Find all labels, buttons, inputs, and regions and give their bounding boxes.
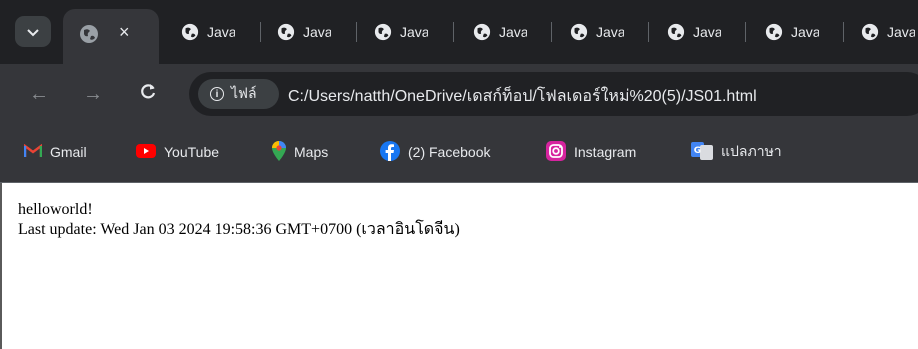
globe-icon	[861, 23, 879, 41]
tab-strip: × Java Java Java Java Java Java Java Jav…	[0, 0, 918, 64]
translate-icon: G	[691, 141, 713, 163]
tab[interactable]: Java	[277, 16, 331, 48]
bookmark-facebook[interactable]: (2) Facebook	[380, 140, 491, 164]
toolbar: ← → i ไฟล์ C:/Users/natth/OneDrive/เดสก์…	[0, 64, 918, 124]
info-icon: i	[210, 87, 224, 101]
tab-divider	[745, 22, 746, 42]
tab-divider	[453, 22, 454, 42]
tab[interactable]: Java	[861, 16, 915, 48]
globe-icon	[181, 23, 199, 41]
tab[interactable]: Java	[667, 16, 721, 48]
globe-icon	[79, 24, 99, 44]
arrow-left-icon: ←	[29, 82, 49, 105]
close-icon[interactable]: ×	[119, 20, 130, 44]
tab[interactable]: Java	[473, 16, 527, 48]
tab-label: Java	[693, 24, 721, 40]
bookmark-label: Maps	[294, 144, 329, 160]
tab-search-button[interactable]	[15, 16, 51, 47]
reload-icon	[139, 82, 157, 106]
tab-label: Java	[207, 24, 235, 40]
bookmark-label: (2) Facebook	[408, 144, 491, 160]
site-info-chip[interactable]: i ไฟล์	[198, 79, 279, 109]
tab-label: Java	[596, 24, 624, 40]
tab[interactable]: Java	[181, 16, 235, 48]
arrow-right-icon: →	[83, 82, 103, 105]
site-info-label: ไฟล์	[231, 85, 257, 101]
forward-button[interactable]: →	[78, 79, 108, 109]
tab-divider	[843, 22, 844, 42]
gmail-icon	[23, 143, 43, 161]
tab-divider	[356, 22, 357, 42]
back-button[interactable]: ←	[24, 79, 54, 109]
tab-label: Java	[400, 24, 428, 40]
youtube-icon	[136, 143, 156, 161]
globe-icon	[277, 23, 295, 41]
tab-divider	[648, 22, 649, 42]
hello-text: helloworld!	[18, 201, 93, 218]
globe-icon	[374, 23, 392, 41]
tab-label: Java	[791, 24, 819, 40]
address-bar[interactable]: i ไฟล์ C:/Users/natth/OneDrive/เดสก์ท็อป…	[189, 72, 918, 116]
facebook-icon	[380, 140, 400, 164]
bookmark-label: YouTube	[164, 144, 220, 160]
bookmark-instagram[interactable]: Instagram	[546, 140, 637, 164]
tab[interactable]: Java	[374, 16, 428, 48]
tab[interactable]: Java	[570, 16, 624, 48]
instagram-icon	[546, 140, 566, 164]
chevron-down-icon	[27, 24, 39, 40]
bookmark-label: แปลภาษา	[721, 143, 782, 159]
svg-text:G: G	[694, 146, 701, 156]
tab-label: Java	[303, 24, 331, 40]
bookmark-label: Gmail	[50, 144, 87, 160]
reload-button[interactable]	[133, 79, 163, 109]
url-text[interactable]: C:/Users/natth/OneDrive/เดสก์ท็อป/โฟลเดอ…	[288, 84, 757, 109]
bookmark-translate[interactable]: G แปลภาษา	[691, 141, 782, 163]
globe-icon	[473, 23, 491, 41]
tab-label: Java	[887, 24, 915, 40]
tab-divider	[551, 22, 552, 42]
tab[interactable]: Java	[765, 16, 819, 48]
bookmark-label: Instagram	[574, 144, 637, 160]
globe-icon	[570, 23, 588, 41]
bookmarks-bar: Gmail YouTube Maps (2) Facebook Instagra…	[0, 124, 918, 183]
page-content: helloworld! Last update: Wed Jan 03 2024…	[0, 183, 918, 349]
tab-label: Java	[499, 24, 527, 40]
active-tab[interactable]: ×	[63, 9, 159, 64]
last-update-text: Last update: Wed Jan 03 2024 19:58:36 GM…	[18, 221, 460, 238]
globe-icon	[667, 23, 685, 41]
bookmark-gmail[interactable]: Gmail	[23, 141, 87, 163]
bookmark-youtube[interactable]: YouTube	[136, 141, 219, 163]
bookmark-maps[interactable]: Maps	[272, 140, 329, 164]
globe-icon	[765, 23, 783, 41]
tab-divider	[260, 22, 261, 42]
maps-icon	[272, 140, 286, 164]
